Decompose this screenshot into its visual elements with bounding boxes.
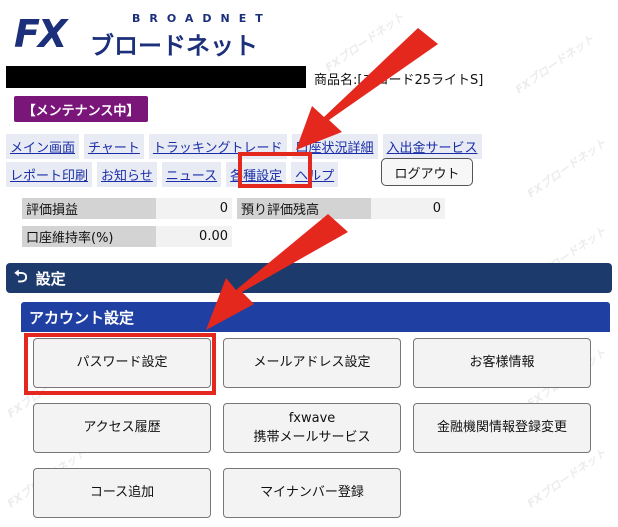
annotation-arrow-icon — [296, 28, 438, 150]
annotation-arrows — [206, 28, 438, 330]
annotation-arrow-icon — [206, 214, 348, 330]
